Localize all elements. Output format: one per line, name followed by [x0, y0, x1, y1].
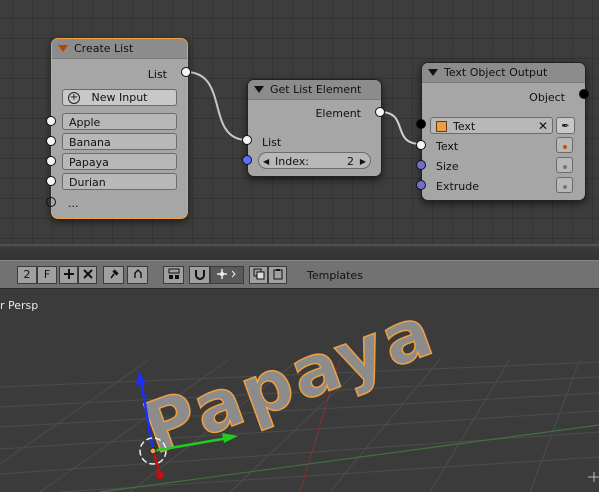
- list-output-label: List: [147, 68, 167, 81]
- get-list-element-title: Get List Element: [270, 83, 362, 96]
- get-element-index-socket[interactable]: [242, 155, 252, 165]
- collapse-triangle-icon[interactable]: [254, 85, 264, 93]
- get-element-list-socket[interactable]: [242, 135, 252, 145]
- text-object-output-node[interactable]: Text Object Output Object Text ✕ ✒ Text …: [421, 62, 586, 201]
- get-list-element-node[interactable]: Get List Element Element List ◀ Index: 2…: [247, 79, 382, 177]
- snap-toggle-button[interactable]: [189, 266, 210, 284]
- object-output-socket[interactable]: [579, 89, 589, 99]
- list-item-banana[interactable]: Banana: [62, 133, 177, 150]
- get-list-element-header[interactable]: Get List Element: [248, 80, 381, 100]
- 3d-viewport[interactable]: r Persp Papaya: [0, 289, 599, 492]
- papaya-3d-text[interactable]: Papaya: [132, 289, 446, 471]
- element-output-label: Element: [315, 107, 361, 120]
- dot-icon: [562, 145, 567, 149]
- snap-element-dropdown[interactable]: [210, 266, 244, 284]
- list-item-papaya[interactable]: Papaya: [62, 153, 177, 170]
- close-icon: [82, 269, 93, 279]
- pin-button[interactable]: [103, 266, 124, 284]
- papaya-text-object: Papaya: [132, 289, 446, 471]
- clear-field-icon[interactable]: ✕: [538, 118, 548, 135]
- text-object-output-header[interactable]: Text Object Output: [422, 63, 585, 83]
- fake-user-button[interactable]: F: [37, 266, 57, 284]
- index-label: Index:: [275, 155, 309, 168]
- apple-input-socket[interactable]: [46, 116, 56, 126]
- copy-nodes-button[interactable]: [249, 266, 268, 284]
- edge-marker-icon: [588, 472, 599, 482]
- object-selector-field[interactable]: Text ✕: [430, 117, 553, 134]
- new-input-button[interactable]: + New Input: [62, 89, 177, 106]
- object-origin-dot: [149, 447, 157, 455]
- add-circle-icon: +: [68, 92, 80, 104]
- text-input-label: Text: [436, 140, 459, 153]
- unlink-tree-button[interactable]: [78, 266, 97, 284]
- index-increment-icon[interactable]: ▶: [360, 153, 366, 170]
- area-separator[interactable]: [0, 244, 599, 260]
- size-input-label: Size: [436, 160, 459, 173]
- text-visibility-toggle[interactable]: [556, 137, 573, 153]
- create-list-title: Create List: [74, 42, 134, 55]
- list-input-label: List: [262, 136, 282, 149]
- users-count[interactable]: 2: [17, 266, 37, 284]
- size-visibility-toggle[interactable]: [556, 157, 573, 173]
- size-input-socket[interactable]: [416, 160, 426, 170]
- link-element: [379, 111, 422, 145]
- node-tree-icon: [168, 268, 179, 279]
- durian-input-socket[interactable]: [46, 176, 56, 186]
- copy-icon: [253, 268, 264, 280]
- index-value: 2: [347, 155, 354, 168]
- create-list-node[interactable]: Create List List + New Input Apple Banan…: [51, 38, 188, 219]
- banana-input-socket[interactable]: [46, 136, 56, 146]
- extrude-visibility-toggle[interactable]: [556, 177, 573, 193]
- eyedropper-button[interactable]: ✒: [556, 117, 575, 134]
- index-decrement-icon[interactable]: ◀: [263, 153, 269, 170]
- dot-icon: [562, 185, 567, 189]
- go-to-parent-button[interactable]: [127, 266, 148, 284]
- get-element-output-socket[interactable]: [375, 107, 385, 117]
- dot-icon: [562, 165, 567, 169]
- extrude-input-label: Extrude: [436, 180, 480, 193]
- eyedropper-icon: ✒: [561, 121, 570, 132]
- create-list-header[interactable]: Create List: [52, 39, 187, 59]
- x-gizmo-handle: [156, 471, 164, 479]
- more-inputs-label: ...: [68, 197, 79, 210]
- link-list: [185, 71, 248, 141]
- plus-icon: [63, 269, 74, 279]
- templates-menu[interactable]: Templates: [307, 269, 363, 282]
- papaya-input-socket[interactable]: [46, 156, 56, 166]
- extrude-input-socket[interactable]: [416, 180, 426, 190]
- list-item-apple[interactable]: Apple: [62, 113, 177, 130]
- new-tree-button[interactable]: [59, 266, 78, 284]
- object-selector-value: Text: [453, 120, 476, 133]
- text-object-icon: [436, 121, 447, 132]
- text-object-output-title: Text Object Output: [444, 66, 548, 79]
- collapse-triangle-icon[interactable]: [428, 68, 438, 76]
- pin-icon: [109, 269, 119, 279]
- text-input-socket[interactable]: [416, 140, 426, 150]
- object-output-label: Object: [529, 91, 565, 104]
- index-field[interactable]: ◀ Index: 2 ▶: [258, 152, 371, 169]
- parent-arrow-icon: [133, 269, 142, 278]
- create-list-output-socket[interactable]: [181, 67, 191, 77]
- paste-icon: [273, 269, 282, 280]
- list-item-durian[interactable]: Durian: [62, 173, 177, 190]
- magnet-icon: [194, 270, 205, 280]
- new-item-socket[interactable]: [46, 197, 56, 207]
- viewport-scene: Papaya: [0, 289, 599, 492]
- node-tree-type-button[interactable]: [163, 266, 184, 284]
- node-editor-header: 2 F Templates: [0, 260, 599, 289]
- new-input-label: New Input: [91, 91, 148, 104]
- paste-nodes-button[interactable]: [268, 266, 287, 284]
- object-input-socket[interactable]: [416, 119, 426, 129]
- z-gizmo-arrowhead: [136, 371, 146, 385]
- collapse-triangle-icon[interactable]: [58, 44, 68, 52]
- snap-grid-icon: [217, 269, 236, 279]
- node-editor[interactable]: Create List List + New Input Apple Banan…: [0, 0, 599, 244]
